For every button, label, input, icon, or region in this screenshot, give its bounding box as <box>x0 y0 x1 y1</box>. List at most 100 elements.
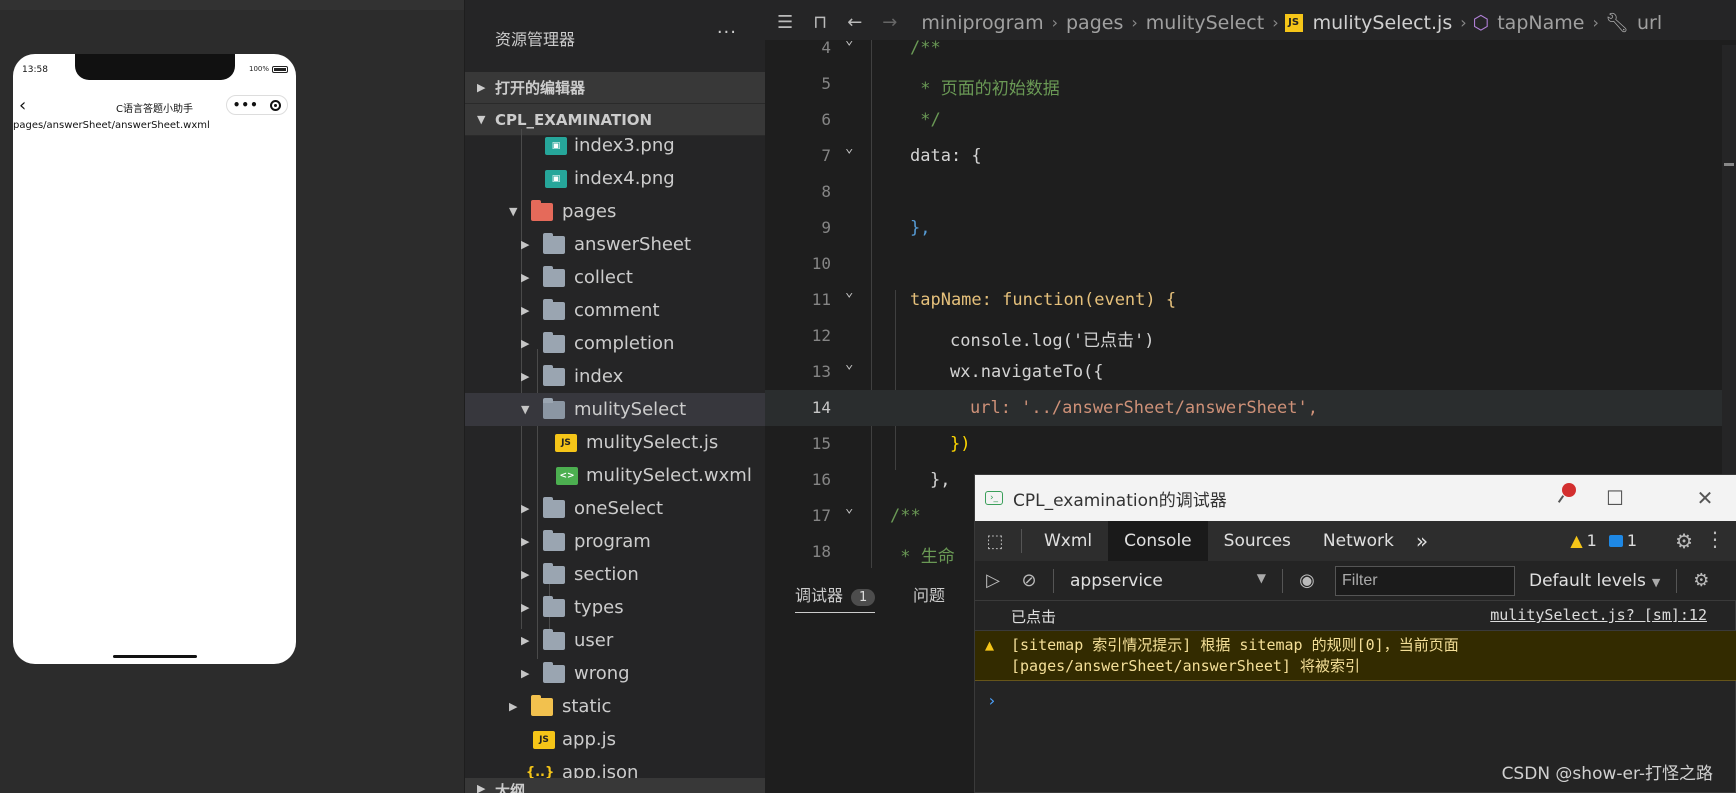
fold-chevron-icon[interactable]: ⌄ <box>845 140 853 156</box>
breadcrumb-separator: › <box>1051 13 1058 32</box>
context-select[interactable]: appservice ▼ <box>1070 571 1276 591</box>
tree-item[interactable]: ▶ static <box>465 690 765 723</box>
breadcrumb-item[interactable]: mulitySelect.js <box>1313 12 1453 34</box>
tree-item[interactable]: ▶ comment <box>465 294 765 327</box>
code-line[interactable]: 10 <box>765 246 1736 282</box>
breadcrumb-item[interactable]: pages <box>1066 12 1123 34</box>
code-line[interactable]: 15 }) <box>765 426 1736 462</box>
phone-screen[interactable]: 13:58 100% ‹ C语言答题小助手 ••• pages/answerSh… <box>13 54 296 664</box>
kebab-menu-icon[interactable]: ⋮ <box>1705 527 1725 551</box>
tree-item[interactable]: ▶ index <box>465 360 765 393</box>
caret-down-icon: ▼ <box>1651 575 1661 589</box>
code-line[interactable]: 6 */ <box>765 102 1736 138</box>
tree-item[interactable]: ▶ program <box>465 525 765 558</box>
tree-item[interactable]: ▶ collect <box>465 261 765 294</box>
tree-item[interactable]: ▶ user <box>465 624 765 657</box>
code-line[interactable]: 7 ⌄ data: { <box>765 138 1736 174</box>
code-line[interactable]: 8 <box>765 174 1736 210</box>
pin-icon[interactable] <box>1557 481 1579 503</box>
issue-counts[interactable]: ▲ 1 1 <box>1570 531 1637 550</box>
clear-console-icon[interactable]: ⊘ <box>1011 570 1047 591</box>
section-open-editors[interactable]: ▶ 打开的编辑器 <box>465 72 765 104</box>
close-icon[interactable]: ✕ <box>1675 475 1735 521</box>
gear-icon[interactable]: ⚙ <box>1683 570 1719 591</box>
debugger-title: CPL_examination的调试器 <box>1013 490 1227 511</box>
code-line[interactable]: 13 ⌄ wx.navigateTo({ <box>765 354 1736 390</box>
code-line[interactable]: 5 * 页面的初始数据 <box>765 66 1736 102</box>
code-line[interactable]: 4 ⌄ /** <box>765 40 1736 66</box>
tab-sources[interactable]: Sources <box>1208 521 1307 561</box>
breadcrumb-item[interactable]: tapName <box>1497 12 1584 34</box>
eye-icon[interactable]: ◉ <box>1289 570 1325 591</box>
js-file-icon: JS <box>533 730 555 749</box>
tree-item[interactable]: ▣ index4.png <box>465 162 765 195</box>
tree-item-label: app.js <box>562 729 616 750</box>
tab-wxml[interactable]: Wxml <box>1028 521 1108 561</box>
list-icon[interactable]: ☰ <box>777 12 793 33</box>
tree-item[interactable]: ▶ oneSelect <box>465 492 765 525</box>
folder-icon <box>543 529 565 551</box>
breadcrumb-item[interactable]: url <box>1637 12 1662 34</box>
chevron-down-icon: ▼ <box>521 403 530 416</box>
fold-chevron-icon[interactable]: ⌄ <box>845 356 853 372</box>
code-text: */ <box>910 110 941 130</box>
bookmark-icon[interactable]: ⊓ <box>813 12 827 33</box>
debugger-titlebar[interactable]: ›_ CPL_examination的调试器 ☐ ✕ <box>975 475 1736 521</box>
tab-network[interactable]: Network <box>1307 521 1410 561</box>
console-prompt-icon[interactable]: › <box>987 691 997 710</box>
tree-item[interactable]: ▶ completion <box>465 327 765 360</box>
simulator-toolbar <box>0 0 464 10</box>
page-path-text: pages/answerSheet/answerSheet.wxml <box>13 120 210 131</box>
fold-chevron-icon[interactable]: ⌄ <box>845 40 853 48</box>
filter-input[interactable]: Filter <box>1335 565 1515 596</box>
tree-item[interactable]: ▣ index3.png <box>465 129 765 162</box>
sidebar-toggle-icon[interactable]: ▷ <box>975 570 1011 591</box>
chevron-down-icon: ▼ <box>509 205 518 218</box>
tree-item[interactable]: ▶ types <box>465 591 765 624</box>
forward-arrow-icon[interactable]: → <box>882 12 897 33</box>
capsule-menu[interactable]: ••• <box>226 95 288 115</box>
line-number: 10 <box>811 254 831 273</box>
method-cube-icon: ⬡ <box>1472 11 1490 34</box>
fold-chevron-icon[interactable]: ⌄ <box>845 284 853 300</box>
tree-item[interactable]: ▶ section <box>465 558 765 591</box>
log-source-link[interactable]: mulitySelect.js? [sm]:12 <box>1490 606 1707 624</box>
inspect-element-icon[interactable]: ⬚ <box>975 531 1015 552</box>
maximize-icon[interactable]: ☐ <box>1585 475 1645 521</box>
line-number: 8 <box>821 182 831 201</box>
image-file-icon: ▣ <box>545 136 567 155</box>
code-line[interactable]: 11 ⌄ tapName: function(event) { <box>765 282 1736 318</box>
tree-item[interactable]: JS app.js <box>465 723 765 756</box>
gear-icon[interactable]: ⚙ <box>1675 529 1693 553</box>
breadcrumb-item[interactable]: miniprogram <box>921 12 1043 34</box>
tree-item[interactable]: ▼ pages <box>465 195 765 228</box>
chevron-right-icon: ▶ <box>477 81 486 94</box>
tab-console[interactable]: Console <box>1108 521 1208 561</box>
tab-debugger[interactable]: 调试器 1 <box>795 582 876 613</box>
back-arrow-icon[interactable]: ← <box>847 12 862 33</box>
tree-item-selected[interactable]: ▼ mulitySelect <box>465 393 765 426</box>
more-tabs-icon[interactable]: » <box>1410 521 1434 561</box>
folder-icon <box>543 595 565 617</box>
section-outline[interactable]: ▶ 大纲 <box>465 778 766 793</box>
line-number: 6 <box>821 110 831 129</box>
tree-item[interactable]: ▶ answerSheet <box>465 228 765 261</box>
warning-line-1: [sitemap 索引情况提示] 根据 sitemap 的规则[0]，当前页面 <box>1011 636 1459 654</box>
status-time: 13:58 <box>22 65 48 75</box>
code-line-current[interactable]: 14 url: '../answerSheet/answerSheet', <box>765 390 1736 426</box>
tree-item[interactable]: <> mulitySelect.wxml <box>465 459 765 492</box>
more-actions-icon[interactable]: ··· <box>717 22 737 43</box>
tab-problems[interactable]: 问题 <box>913 582 945 606</box>
fold-chevron-icon[interactable]: ⌄ <box>845 500 853 516</box>
tree-item-label: types <box>574 597 624 618</box>
close-circle-icon[interactable] <box>270 99 282 111</box>
tree-item-label: pages <box>562 201 617 222</box>
breadcrumb-item[interactable]: mulitySelect <box>1146 12 1264 34</box>
more-dots-icon[interactable]: ••• <box>233 99 259 111</box>
tree-item[interactable]: ▶ wrong <box>465 657 765 690</box>
code-line[interactable]: 9 }, <box>765 210 1736 246</box>
log-levels-select[interactable]: Default levels ▼ <box>1529 571 1660 591</box>
info-count: 1 <box>1626 531 1637 550</box>
code-line[interactable]: 12 console.log('已点击') <box>765 318 1736 354</box>
tree-item[interactable]: JS mulitySelect.js <box>465 426 765 459</box>
